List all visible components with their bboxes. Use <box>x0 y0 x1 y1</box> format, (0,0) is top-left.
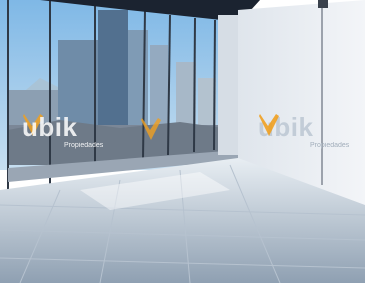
watermark-ubik-right: ubik Propiedades <box>258 112 349 149</box>
watermark-sub: Propiedades <box>310 142 350 149</box>
watermark-brand: ubik <box>22 112 78 142</box>
office-photo: ubik Propiedades ubik Propiedades <box>0 0 365 283</box>
camera <box>318 0 328 8</box>
column <box>218 15 240 155</box>
ubik-logo-icon <box>259 114 279 136</box>
ubik-logo-icon <box>141 118 161 140</box>
watermark-sub: Propiedades <box>64 142 104 149</box>
watermark-ubik-left: ubik Propiedades <box>22 112 103 149</box>
